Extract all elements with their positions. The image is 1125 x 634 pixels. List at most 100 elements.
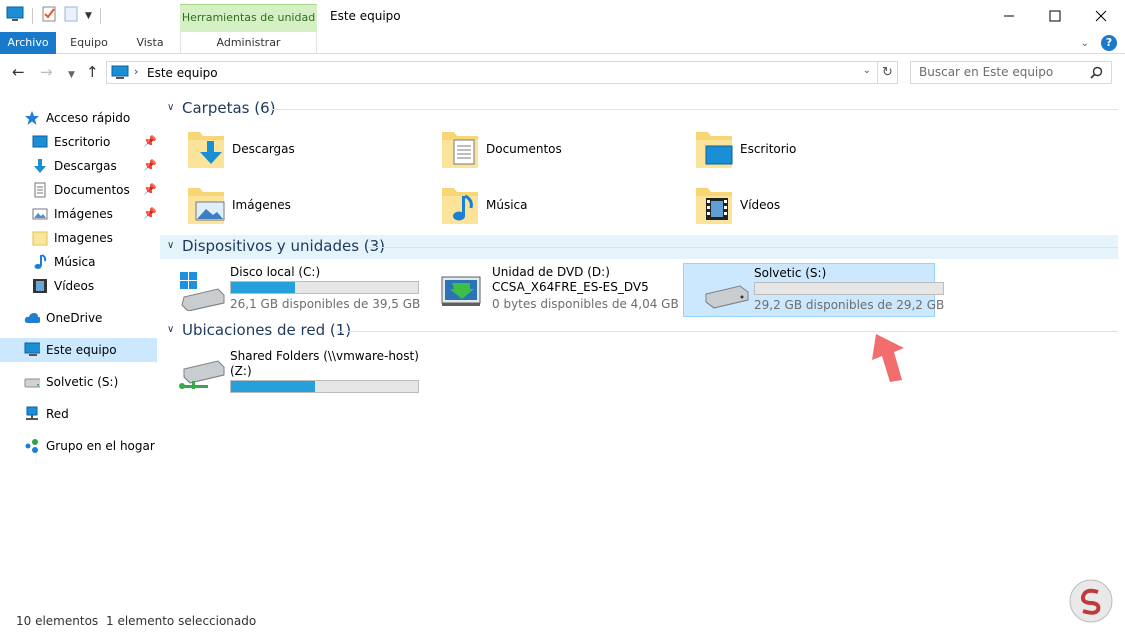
folder-documentos[interactable]: Documentos — [414, 124, 654, 176]
nav-este-equipo[interactable]: Este equipo — [0, 338, 157, 362]
expand-ribbon-icon[interactable]: ⌄ — [1081, 38, 1089, 49]
document-icon — [34, 182, 46, 198]
nav-red[interactable]: Red — [0, 402, 157, 426]
documents-folder-icon — [442, 132, 478, 168]
address-dropdown-icon[interactable]: ⌄ — [863, 65, 871, 76]
music-note-icon — [34, 254, 47, 269]
help-icon[interactable]: ? — [1101, 35, 1117, 51]
homegroup-icon — [25, 439, 38, 453]
downloads-folder-icon — [188, 132, 224, 168]
folder-videos[interactable]: Vídeos — [668, 180, 908, 232]
tab-archivo[interactable]: Archivo — [0, 32, 56, 54]
minimize-icon — [1004, 15, 1014, 17]
nav-descargas-label: Descargas — [54, 159, 117, 173]
folder-label: Escritorio — [740, 142, 797, 156]
group-title: Ubicaciones de red (1) — [182, 321, 352, 339]
group-header-red[interactable]: ∨ Ubicaciones de red (1) — [160, 319, 1118, 343]
divider — [368, 247, 1118, 248]
folder-escritorio[interactable]: Escritorio — [668, 124, 908, 176]
computer-icon — [111, 65, 129, 79]
network-drive-z[interactable]: Shared Folders (\\vmware-host) (Z:) — [160, 347, 419, 401]
group-header-dispositivos[interactable]: ∨ Dispositivos y unidades (3) — [160, 235, 1118, 259]
collapse-chevron-icon[interactable]: ∨ — [167, 240, 174, 251]
videos-folder-icon — [696, 188, 732, 224]
nav-imagenes-folder-label: Imagenes — [54, 231, 113, 245]
tab-equipo[interactable]: Equipo — [62, 32, 116, 54]
folder-musica[interactable]: Música — [414, 180, 654, 232]
network-drive-icon — [179, 360, 225, 389]
drive-usage-fill — [231, 381, 316, 392]
nav-quick-access[interactable]: Acceso rápido — [0, 106, 157, 130]
nav-onedrive-label: OneDrive — [46, 311, 103, 325]
group-header-carpetas[interactable]: ∨ Carpetas (6) — [160, 97, 1118, 121]
collapse-chevron-icon[interactable]: ∨ — [167, 102, 174, 113]
recent-locations-icon[interactable]: ▼ — [68, 67, 75, 83]
search-input[interactable] — [919, 65, 1089, 79]
nav-este-equipo-label: Este equipo — [46, 343, 117, 357]
annotation-arrow-icon — [872, 334, 904, 382]
nav-escritorio[interactable]: Escritorio 📌 — [0, 130, 157, 154]
drive-free-space: 29,2 GB disponibles de 29,2 GB — [754, 298, 945, 312]
folder-label: Música — [486, 198, 528, 212]
drive-usage-fill — [231, 282, 295, 293]
nav-documentos[interactable]: Documentos 📌 — [0, 178, 157, 202]
drive-name: Shared Folders (\\vmware-host) (Z:) — [230, 349, 419, 379]
picture-icon — [32, 208, 48, 220]
desktop-icon — [32, 135, 48, 148]
nav-red-label: Red — [46, 407, 69, 421]
drive-name: Solvetic (S:) — [754, 266, 827, 280]
nav-grupo-hogar[interactable]: Grupo en el hogar — [0, 434, 157, 458]
tab-vista[interactable]: Vista — [124, 32, 176, 54]
pictures-folder-icon — [188, 188, 225, 224]
forward-arrow-icon[interactable]: → — [40, 64, 53, 80]
properties-icon[interactable] — [41, 6, 57, 25]
nav-imagenes-folder[interactable]: Imagenes — [0, 226, 157, 250]
breadcrumb-path[interactable]: Este equipo — [147, 66, 218, 80]
new-folder-icon[interactable] — [63, 6, 79, 25]
folder-descargas[interactable]: Descargas — [160, 124, 400, 176]
quick-access-toolbar: ▼ — [6, 6, 103, 25]
hard-drive-icon — [24, 378, 40, 388]
address-bar[interactable]: › Este equipo ⌄ — [106, 61, 878, 84]
search-icon — [1090, 66, 1103, 79]
back-arrow-icon[interactable]: ← — [12, 64, 25, 80]
folder-imagenes[interactable]: Imágenes — [160, 180, 400, 232]
pin-icon[interactable]: 📌 — [143, 135, 157, 148]
up-arrow-icon[interactable]: ↑ — [86, 64, 99, 80]
drive-name-line1: Shared Folders (\\vmware-host) — [230, 349, 419, 363]
pin-icon[interactable]: 📌 — [143, 207, 157, 220]
folder-label: Descargas — [232, 142, 295, 156]
maximize-button[interactable] — [1032, 0, 1078, 32]
nav-imagenes-pinned[interactable]: Imágenes 📌 — [0, 202, 157, 226]
computer-icon[interactable] — [6, 6, 24, 25]
item-count: 10 elementos — [16, 614, 99, 628]
drive-s-selected[interactable]: Solvetic (S:) 29,2 GB disponibles de 29,… — [683, 263, 944, 317]
minimize-button[interactable] — [986, 0, 1032, 32]
network-icon — [26, 406, 38, 420]
refresh-icon: ↻ — [882, 65, 893, 80]
nav-descargas[interactable]: Descargas 📌 — [0, 154, 157, 178]
nav-solvetic[interactable]: Solvetic (S:) — [0, 370, 157, 394]
breadcrumb-chevron-icon[interactable]: › — [134, 65, 138, 78]
nav-escritorio-label: Escritorio — [54, 135, 111, 149]
title-bar: ▼ Herramientas de unidad Este equipo — [0, 0, 1125, 32]
drive-name: Unidad de DVD (D:) CCSA_X64FRE_ES-ES_DV5 — [492, 265, 649, 295]
nav-musica[interactable]: Música — [0, 250, 157, 274]
pin-icon[interactable]: 📌 — [143, 159, 157, 172]
nav-videos[interactable]: Vídeos — [0, 274, 157, 298]
qat-customize-icon[interactable]: ▼ — [85, 11, 92, 21]
nav-videos-label: Vídeos — [54, 279, 95, 293]
collapse-chevron-icon[interactable]: ∨ — [167, 324, 174, 335]
hard-drive-icon — [705, 285, 749, 309]
drive-d[interactable]: Unidad de DVD (D:) CCSA_X64FRE_ES-ES_DV5 … — [422, 263, 679, 317]
nav-onedrive[interactable]: OneDrive — [0, 306, 157, 330]
divider — [336, 331, 1118, 332]
refresh-button[interactable]: ↻ — [878, 61, 898, 84]
search-box[interactable] — [910, 61, 1112, 84]
close-button[interactable] — [1078, 0, 1124, 32]
navigation-pane: Acceso rápido Escritorio 📌 Descargas 📌 D… — [0, 92, 160, 604]
drive-c[interactable]: Disco local (C:) 26,1 GB disponibles de … — [160, 263, 420, 317]
pin-icon[interactable]: 📌 — [143, 183, 157, 196]
tab-administrar[interactable]: Administrar — [180, 32, 317, 54]
content-area: ∨ Carpetas (6) Descargas Documentos Escr… — [160, 92, 1120, 604]
